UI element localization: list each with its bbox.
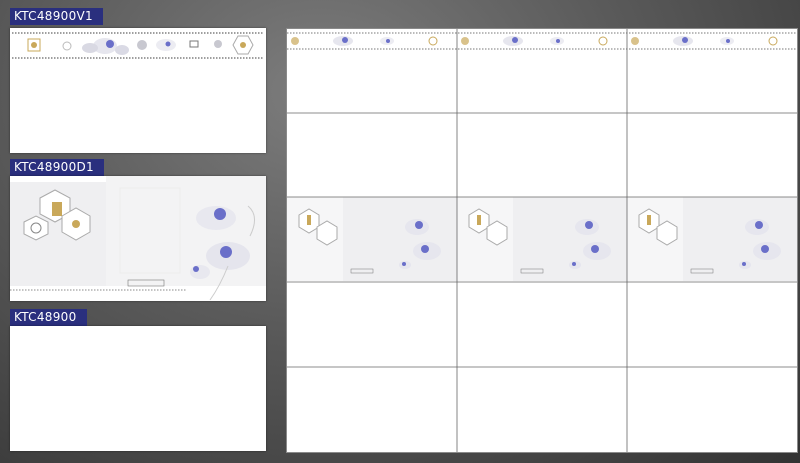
border-tile-graphic xyxy=(10,28,266,153)
tile-ktc48900d1 xyxy=(10,176,266,301)
product-label-plain: KTC48900 xyxy=(10,309,87,326)
wall-preview xyxy=(286,28,798,453)
decor-tile-graphic xyxy=(10,176,266,301)
product-label-d1: KTC48900D1 xyxy=(10,159,104,176)
wall-grid-graphic xyxy=(287,29,797,452)
tile-ktc48900 xyxy=(10,326,266,451)
product-label-v1: KTC48900V1 xyxy=(10,8,103,25)
plain-tile-graphic xyxy=(10,326,266,451)
tile-ktc48900v1 xyxy=(10,28,266,153)
wall-row-decor xyxy=(287,197,797,281)
